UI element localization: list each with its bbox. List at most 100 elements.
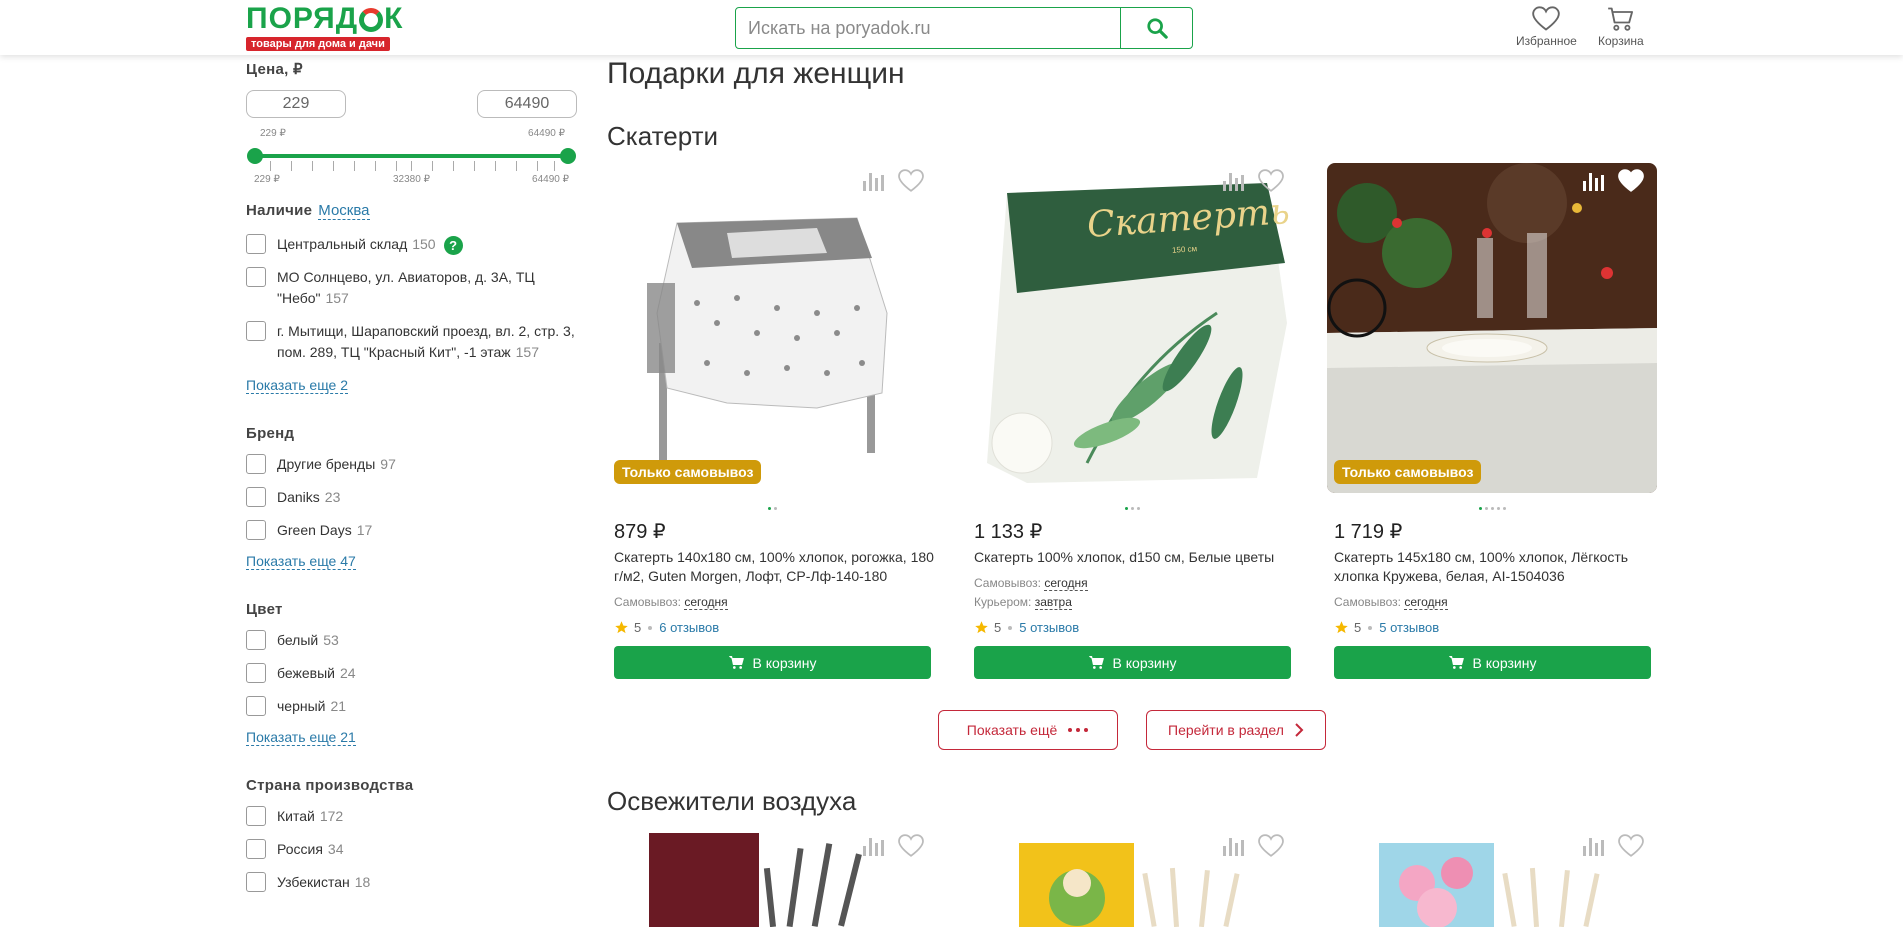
cart-link[interactable]: Корзина bbox=[1598, 6, 1644, 48]
product-image[interactable] bbox=[607, 163, 937, 493]
availability-show-more[interactable]: Показать еще 2 bbox=[246, 377, 349, 394]
favorite-icon[interactable] bbox=[1617, 169, 1645, 193]
product-card[interactable] bbox=[607, 828, 937, 927]
availability-option[interactable]: г. Мытищи, Шараповский проезд, вл. 2, ст… bbox=[246, 321, 586, 363]
section-title-air-fresheners[interactable]: Освежители воздуха bbox=[607, 786, 856, 817]
pickup-date[interactable]: сегодня bbox=[684, 595, 728, 610]
image-pager[interactable] bbox=[967, 507, 1297, 510]
country-option[interactable]: Россия 34 bbox=[246, 839, 586, 860]
product-price: 1 133 ₽ bbox=[974, 521, 1043, 543]
slider-min-knob[interactable] bbox=[247, 148, 263, 164]
slider-tick bbox=[432, 161, 433, 171]
compare-icon[interactable] bbox=[1581, 169, 1607, 193]
price-slider[interactable]: 229 ₽ 64490 ₽ 229 ₽ 32380 ₽ 64490 ₽ bbox=[246, 126, 577, 186]
favorite-icon[interactable] bbox=[1257, 169, 1285, 193]
option-label: бежевый bbox=[277, 665, 335, 681]
pickup-info: Самовывоз: сегодня bbox=[614, 595, 728, 610]
checkbox[interactable] bbox=[246, 806, 266, 826]
checkbox[interactable] bbox=[246, 872, 266, 892]
price-min-input[interactable]: 229 bbox=[246, 90, 346, 118]
pager-dot[interactable] bbox=[1130, 507, 1134, 510]
checkbox[interactable] bbox=[246, 267, 266, 287]
product-image[interactable]: Скатерть 150 см bbox=[967, 163, 1297, 493]
checkbox[interactable] bbox=[246, 487, 266, 507]
logo-word-left: ПОРЯД bbox=[246, 2, 359, 35]
pager-dot[interactable] bbox=[1502, 507, 1506, 510]
image-pager[interactable] bbox=[607, 507, 937, 510]
pager-dot[interactable] bbox=[1124, 507, 1128, 510]
pager-dot[interactable] bbox=[1484, 507, 1488, 510]
brand-option[interactable]: Green Days 17 bbox=[246, 520, 586, 541]
checkbox[interactable] bbox=[246, 321, 266, 341]
checkbox[interactable] bbox=[246, 696, 266, 716]
option-label: МО Солнцево, ул. Авиаторов, д. 3А, ТЦ "Н… bbox=[277, 269, 535, 306]
pager-dot[interactable] bbox=[1496, 507, 1500, 510]
city-selector[interactable]: Москва bbox=[318, 202, 370, 220]
reviews-link[interactable]: 5 отзывов bbox=[1379, 620, 1439, 635]
color-option[interactable]: бежевый 24 bbox=[246, 663, 586, 684]
product-name[interactable]: Скатерть 145х180 см, 100% хлопок, Лёгкос… bbox=[1334, 548, 1654, 586]
product-name[interactable]: Скатерть 100% хлопок, d150 см, Белые цве… bbox=[974, 548, 1294, 567]
pager-dot[interactable] bbox=[1478, 507, 1482, 510]
compare-icon[interactable] bbox=[861, 169, 887, 193]
checkbox[interactable] bbox=[246, 520, 266, 540]
color-option[interactable]: белый 53 bbox=[246, 630, 586, 651]
compare-icon[interactable] bbox=[1581, 834, 1607, 858]
product-rating: 5 5 отзывов bbox=[974, 620, 1079, 635]
availability-option[interactable]: Центральный склад 150? bbox=[246, 234, 586, 255]
product-card[interactable] bbox=[1327, 828, 1657, 927]
image-pager[interactable] bbox=[1327, 507, 1657, 510]
product-name[interactable]: Скатерть 140х180 см, 100% хлопок, рогожк… bbox=[614, 548, 934, 586]
favorite-icon[interactable] bbox=[897, 169, 925, 193]
checkbox[interactable] bbox=[246, 454, 266, 474]
pager-dot[interactable] bbox=[767, 507, 771, 510]
option-count: 24 bbox=[339, 665, 356, 681]
add-to-cart-button[interactable]: В корзину bbox=[1334, 646, 1651, 679]
color-option[interactable]: черный 21 bbox=[246, 696, 586, 717]
pager-dot[interactable] bbox=[1136, 507, 1140, 510]
color-show-more[interactable]: Показать еще 21 bbox=[246, 729, 356, 746]
section-title-tablecloths[interactable]: Скатерти bbox=[607, 121, 718, 152]
compare-icon[interactable] bbox=[1221, 834, 1247, 858]
reviews-link[interactable]: 5 отзывов bbox=[1019, 620, 1079, 635]
product-image[interactable] bbox=[1327, 163, 1657, 493]
favorite-icon[interactable] bbox=[1617, 834, 1645, 858]
search-button[interactable] bbox=[1120, 8, 1192, 48]
show-more-button[interactable]: Показать ещё bbox=[938, 710, 1118, 750]
help-icon[interactable]: ? bbox=[443, 235, 463, 255]
option-label: Китай bbox=[277, 808, 315, 824]
slider-tick bbox=[270, 161, 271, 171]
pickup-date[interactable]: сегодня bbox=[1044, 576, 1088, 591]
slider-max-knob[interactable] bbox=[560, 148, 576, 164]
price-max-input[interactable]: 64490 bbox=[477, 90, 577, 118]
checkbox[interactable] bbox=[246, 630, 266, 650]
checkbox[interactable] bbox=[246, 839, 266, 859]
site-logo[interactable]: ПОРЯД К товары для дома и дачи bbox=[246, 2, 412, 51]
go-to-section-button[interactable]: Перейти в раздел bbox=[1146, 710, 1326, 750]
checkbox[interactable] bbox=[246, 663, 266, 683]
pager-dot[interactable] bbox=[773, 507, 777, 510]
brand-show-more[interactable]: Показать еще 47 bbox=[246, 553, 356, 570]
search-input[interactable] bbox=[736, 8, 1120, 48]
brand-option[interactable]: Другие бренды 97 bbox=[246, 454, 586, 475]
product-card[interactable] bbox=[967, 828, 1297, 927]
pager-dot[interactable] bbox=[1490, 507, 1494, 510]
favorites-link[interactable]: Избранное bbox=[1516, 6, 1577, 48]
option-label: черный bbox=[277, 698, 326, 714]
availability-option[interactable]: МО Солнцево, ул. Авиаторов, д. 3А, ТЦ "Н… bbox=[246, 267, 586, 309]
country-option[interactable]: Китай 172 bbox=[246, 806, 586, 827]
reviews-link[interactable]: 6 отзывов bbox=[659, 620, 719, 635]
option-label: белый bbox=[277, 632, 319, 648]
cart-icon bbox=[1608, 7, 1633, 31]
checkbox[interactable] bbox=[246, 234, 266, 254]
country-option[interactable]: Узбекистан 18 bbox=[246, 872, 586, 893]
pickup-date[interactable]: сегодня bbox=[1404, 595, 1448, 610]
add-to-cart-button[interactable]: В корзину bbox=[614, 646, 931, 679]
courier-date[interactable]: завтра bbox=[1034, 595, 1072, 610]
favorite-icon[interactable] bbox=[1257, 834, 1285, 858]
favorite-icon[interactable] bbox=[897, 834, 925, 858]
compare-icon[interactable] bbox=[1221, 169, 1247, 193]
brand-option[interactable]: Daniks 23 bbox=[246, 487, 586, 508]
compare-icon[interactable] bbox=[861, 834, 887, 858]
add-to-cart-button[interactable]: В корзину bbox=[974, 646, 1291, 679]
